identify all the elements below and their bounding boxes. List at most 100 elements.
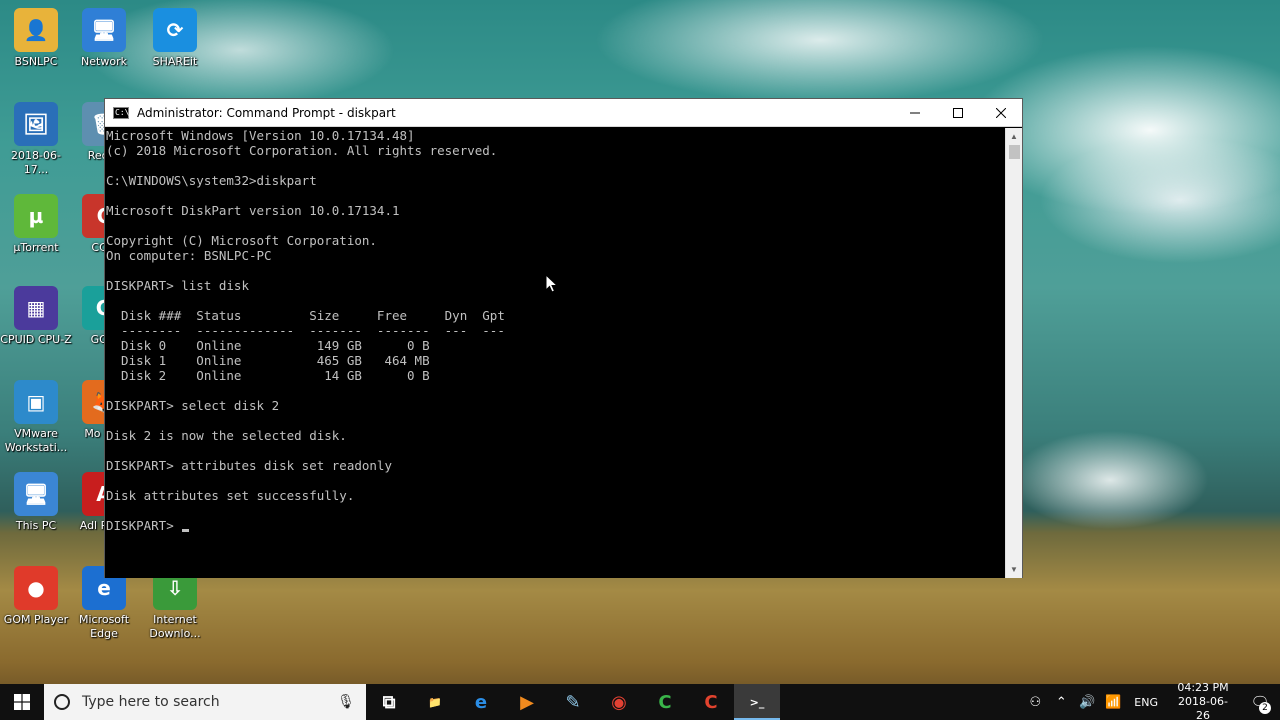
task-view-icon: ⧉ bbox=[382, 691, 396, 713]
console-line: C:\WINDOWS\system32>diskpart bbox=[106, 173, 1006, 188]
console-line-text: C:\WINDOWS\system32>diskpart bbox=[106, 173, 317, 188]
scroll-thumb[interactable] bbox=[1009, 145, 1020, 159]
wifi-icon[interactable]: 📶 bbox=[1100, 695, 1126, 710]
search-box[interactable]: Type here to search 🎙 bbox=[44, 684, 366, 720]
notification-count: 2 bbox=[1259, 702, 1271, 714]
command-prompt-window[interactable]: C:\ Administrator: Command Prompt - disk… bbox=[104, 98, 1023, 578]
search-placeholder: Type here to search bbox=[82, 694, 220, 710]
minimize-icon bbox=[909, 112, 920, 113]
console-line: Disk 2 Online 14 GB 0 B bbox=[106, 368, 1006, 383]
console-line-text: Microsoft DiskPart version 10.0.17134.1 bbox=[106, 203, 400, 218]
taskbar-file-explorer-button[interactable]: 📁 bbox=[412, 684, 458, 720]
console-line: DISKPART> bbox=[106, 518, 1006, 533]
console-line-text: DISKPART> attributes disk set readonly bbox=[106, 458, 392, 473]
notepad-icon: ✎ bbox=[565, 691, 581, 713]
vertical-scrollbar[interactable]: ▲ ▼ bbox=[1005, 128, 1022, 578]
clock[interactable]: 04:23 PM 2018-06-26 bbox=[1166, 681, 1240, 720]
volume-icon[interactable]: 🔊 bbox=[1074, 695, 1100, 710]
taskbar-apps: ⧉ 📁 e ▶ ✎ ◉ C C >_ bbox=[366, 684, 780, 720]
app-icon: 🖥 bbox=[82, 8, 126, 52]
maximize-icon bbox=[952, 107, 963, 118]
taskbar-camtasia-green-button[interactable]: C bbox=[642, 684, 688, 720]
desktop-icon--torrent[interactable]: µ µTorrent bbox=[0, 194, 72, 255]
console-line-text: Disk attributes set successfully. bbox=[106, 488, 355, 503]
system-tray: ⚇ ⌃ 🔊 📶 ENG 04:23 PM 2018-06-26 🗨 2 bbox=[1022, 681, 1280, 720]
desktop-icon-network[interactable]: 🖥 Network bbox=[68, 8, 140, 69]
app-icon: 🖼 bbox=[14, 102, 58, 146]
console-line-text: Disk 1 Online 465 GB 464 MB bbox=[106, 353, 430, 368]
console-line-text: DISKPART> list disk bbox=[106, 278, 249, 293]
console-line-text: -------- ------------- ------- ------- -… bbox=[106, 323, 505, 338]
media-player-icon: ▶ bbox=[520, 691, 534, 713]
app-icon: ● bbox=[14, 566, 58, 610]
console-line-text: Disk 2 Online 14 GB 0 B bbox=[106, 368, 430, 383]
desktop-icon-2018-06-17[interactable]: 🖼 2018-06-17... bbox=[0, 102, 72, 177]
people-icon[interactable]: ⚇ bbox=[1022, 695, 1048, 710]
desktop-icon-cpuid-cpu-z[interactable]: ▦ CPUID CPU-Z bbox=[0, 286, 72, 347]
desktop-icon-shareit[interactable]: ⟳ SHAREit bbox=[139, 8, 211, 69]
taskbar-notepad-button[interactable]: ✎ bbox=[550, 684, 596, 720]
taskbar-chrome-button[interactable]: ◉ bbox=[596, 684, 642, 720]
app-icon: ▣ bbox=[14, 380, 58, 424]
console-output[interactable]: Microsoft Windows [Version 10.0.17134.48… bbox=[105, 128, 1006, 578]
chevron-up-icon[interactable]: ⌃ bbox=[1048, 695, 1074, 710]
close-button[interactable] bbox=[979, 99, 1022, 127]
console-line-text: On computer: BSNLPC-PC bbox=[106, 248, 272, 263]
language-indicator[interactable]: ENG bbox=[1126, 696, 1166, 709]
maximize-button[interactable] bbox=[936, 99, 979, 127]
desktop-icon-vmware-workstati[interactable]: ▣ VMware Workstati... bbox=[0, 380, 72, 455]
console-line-text: Disk 0 Online 149 GB 0 B bbox=[106, 338, 430, 353]
taskbar: Type here to search 🎙 ⧉ 📁 e ▶ ✎ ◉ C C >_ ⚇ ⌃ 🔊 📶… bbox=[0, 681, 1280, 720]
desktop-icon-bsnlpc[interactable]: 👤 BSNLPC bbox=[0, 8, 72, 69]
console-line-text: Microsoft Windows [Version 10.0.17134.48… bbox=[106, 128, 415, 143]
desktop-icon-label: CPUID CPU-Z bbox=[0, 333, 72, 346]
close-icon bbox=[995, 107, 1006, 118]
taskbar-task-view-button[interactable]: ⧉ bbox=[366, 684, 412, 720]
console-line: DISKPART> select disk 2 bbox=[106, 398, 1006, 413]
console-line: Disk ### Status Size Free Dyn Gpt bbox=[106, 308, 1006, 323]
console-line-text: Disk ### Status Size Free Dyn Gpt bbox=[106, 308, 505, 323]
desktop-icon-label: BSNLPC bbox=[14, 55, 58, 68]
minimize-button[interactable] bbox=[893, 99, 936, 127]
file-explorer-icon: 📁 bbox=[428, 695, 442, 709]
console-line: Disk 0 Online 149 GB 0 B bbox=[106, 338, 1006, 353]
camtasia-red-icon: C bbox=[704, 691, 718, 713]
start-button[interactable] bbox=[0, 684, 44, 720]
desktop-icon-label: Network bbox=[81, 55, 127, 68]
desktop-icon-label: µTorrent bbox=[13, 241, 59, 254]
edge-icon: e bbox=[474, 691, 488, 713]
scroll-up-icon[interactable]: ▲ bbox=[1006, 128, 1022, 145]
desktop-icon-this-pc[interactable]: 🖥 This PC bbox=[0, 472, 72, 533]
desktop-icon-label: Internet Downlo... bbox=[149, 613, 201, 640]
taskbar-media-player-button[interactable]: ▶ bbox=[504, 684, 550, 720]
title-bar[interactable]: C:\ Administrator: Command Prompt - disk… bbox=[105, 99, 1022, 127]
desktop-icon-label: GOM Player bbox=[3, 613, 69, 626]
window-title: Administrator: Command Prompt - diskpart bbox=[137, 105, 396, 120]
command-prompt-icon: >_ bbox=[749, 695, 765, 709]
taskbar-camtasia-red-button[interactable]: C bbox=[688, 684, 734, 720]
taskbar-command-prompt-button[interactable]: >_ bbox=[734, 684, 780, 720]
app-icon: 🖥 bbox=[14, 472, 58, 516]
desktop-icon-label: This PC bbox=[15, 519, 57, 532]
cortana-icon bbox=[54, 694, 70, 710]
console-line: On computer: BSNLPC-PC bbox=[106, 248, 1006, 263]
desktop-icon-gom-player[interactable]: ● GOM Player bbox=[0, 566, 72, 627]
taskbar-edge-button[interactable]: e bbox=[458, 684, 504, 720]
console-line-text: DISKPART> bbox=[106, 518, 182, 533]
console-line: Disk 2 is now the selected disk. bbox=[106, 428, 1006, 443]
action-center-button[interactable]: 🗨 2 bbox=[1240, 684, 1280, 720]
clock-time: 04:23 PM bbox=[1177, 681, 1229, 694]
console-line: Disk 1 Online 465 GB 464 MB bbox=[106, 353, 1006, 368]
console-line: DISKPART> attributes disk set readonly bbox=[106, 458, 1006, 473]
desktop-icon-label: 2018-06-17... bbox=[11, 149, 61, 176]
app-icon: ▦ bbox=[14, 286, 58, 330]
scroll-down-icon[interactable]: ▼ bbox=[1006, 561, 1022, 578]
app-icon: µ bbox=[14, 194, 58, 238]
mouse-pointer-icon bbox=[545, 274, 559, 293]
microphone-icon[interactable]: 🎙 bbox=[334, 694, 358, 710]
console-line: Microsoft Windows [Version 10.0.17134.48… bbox=[106, 128, 1006, 143]
